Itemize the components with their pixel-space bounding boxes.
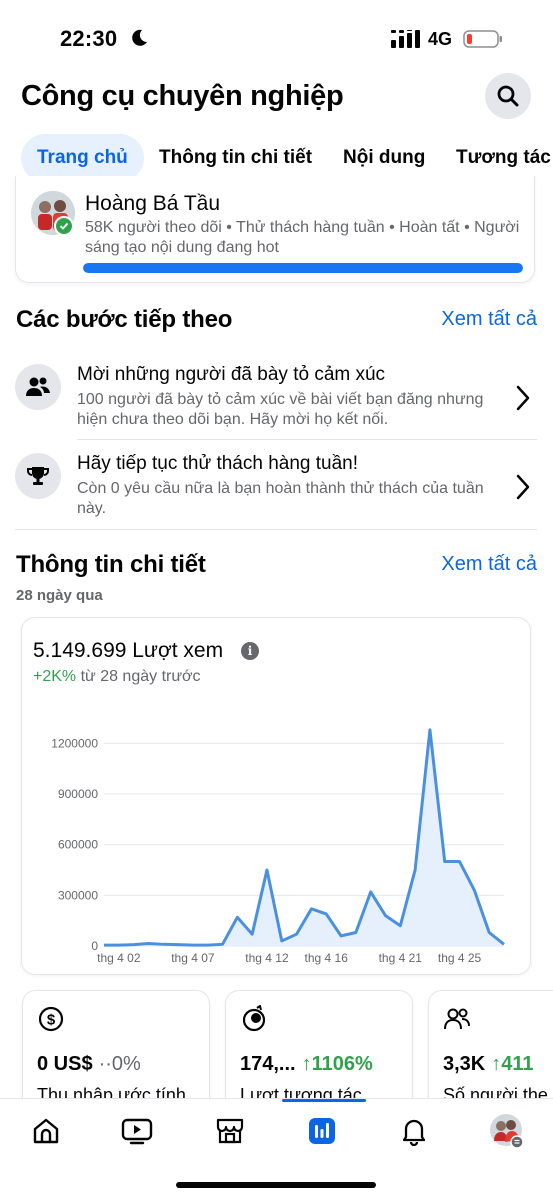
people-icon [15,364,61,410]
stat-value: 0 US$ ··0% [37,1053,141,1076]
verified-check-icon [54,216,74,236]
status-bar: 22:30 4G [0,0,553,76]
moon-icon [132,29,147,46]
step-desc: 100 người đã bày tỏ cảm xúc về bài viết … [77,391,484,428]
x-tick-label: thg 4 21 [379,951,423,965]
trophy-icon [15,453,61,499]
status-time: 22:30 [60,26,118,51]
views-chart-card[interactable]: 5.149.699 Lượt xem i +2K% từ 28 ngày trư… [21,617,531,975]
progress-fill [83,263,523,273]
marketplace-icon [216,1118,244,1144]
nav-marketplace[interactable] [214,1115,246,1147]
video-icon [121,1118,153,1145]
stat-number: 174,... [240,1053,296,1075]
info-icon[interactable]: i [241,642,259,660]
tab-content[interactable]: Nội dung [343,134,425,182]
chevron-right-icon [516,385,530,411]
x-tick-label: thg 4 16 [305,951,349,965]
step-weekly-challenge[interactable]: Hãy tiếp tục thử thách hàng tuần! Còn 0 … [15,453,537,523]
challenge-progress-bar [83,263,523,273]
search-button[interactable] [485,73,531,119]
profile-meta: 58K người theo dõi • Thử thách hàng tuần… [85,219,520,256]
divider [15,529,537,530]
tab-engagement[interactable]: Tương tác [456,134,551,182]
nav-professional-dashboard[interactable] [306,1115,338,1147]
tab-home[interactable]: Trang chủ [21,134,144,182]
chevron-right-icon [516,474,530,500]
y-tick-label: 900000 [58,787,98,801]
bell-icon [402,1119,426,1146]
step-title: Mời những người đã bày tỏ cảm xúc [77,364,386,385]
x-tick-label: thg 4 25 [438,951,482,965]
step-invite-reactors[interactable]: Mời những người đã bày tỏ cảm xúc 100 ng… [15,364,537,440]
insights-period: 28 ngày qua [16,587,103,604]
profile-name: Hoàng Bá Tầu [85,192,221,215]
x-tick-label: thg 4 12 [245,951,289,965]
engagement-icon [242,1005,266,1032]
battery-icon [463,30,502,48]
stat-value: 174,... ↑1106% [240,1053,373,1076]
tab-insights[interactable]: Thông tin chi tiết [159,134,312,182]
stat-number: 3,3K [443,1053,486,1075]
y-tick-label: 600000 [58,838,98,852]
profile-avatar [490,1114,524,1149]
views-area [104,729,504,946]
signal-icon [391,30,420,48]
home-indicator [176,1182,376,1188]
stat-change: ↑411 [491,1053,534,1075]
home-icon [33,1118,59,1144]
profile-card[interactable]: Hoàng Bá Tầu 58K người theo dõi • Thử th… [15,176,535,283]
stat-number: 0 US$ [37,1053,93,1075]
divider [77,439,537,440]
views-metric-value: 5.149.699 Lượt xem [33,639,224,662]
page-title: Công cụ chuyên nghiệp [21,80,344,112]
step-title: Hãy tiếp tục thử thách hàng tuần! [77,453,359,474]
nav-notifications[interactable] [398,1115,430,1147]
stat-value: 3,3K ↑411 [443,1053,534,1076]
insights-title: Thông tin chi tiết [16,551,206,578]
change-percent: +2K% [33,668,77,685]
views-change: +2K% từ 28 ngày trước [33,668,201,686]
scroll-indicator [282,1099,366,1102]
next-steps-title: Các bước tiếp theo [16,306,233,333]
y-tick-label: 1200000 [51,736,98,750]
step-desc: Còn 0 yêu cầu nữa là bạn hoàn thành thử … [77,480,484,517]
nav-profile[interactable] [489,1113,525,1149]
y-tick-label: 300000 [58,888,98,902]
insights-see-all[interactable]: Xem tất cả [441,553,537,576]
x-tick-label: thg 4 02 [97,951,141,965]
professional-dashboard-icon [309,1118,335,1144]
network-type: 4G [428,29,453,49]
stat-change: ↑1106% [301,1053,373,1075]
followers-icon [444,1008,470,1030]
svg-text:$: $ [47,1012,56,1029]
nav-home[interactable] [30,1115,62,1147]
change-context: từ 28 ngày trước [76,668,201,685]
views-area-chart: 03000006000009000001200000thg 4 02 thg 4 … [51,728,505,965]
x-tick-label: thg 4 07 [171,951,215,965]
nav-video[interactable] [121,1115,153,1147]
search-icon [497,85,519,107]
stat-change: ··0% [98,1053,141,1075]
tab-bar: Trang chủ Thông tin chi tiết Nội dung Tư… [0,134,553,182]
dollar-icon: $ [38,1006,64,1032]
next-steps-see-all[interactable]: Xem tất cả [441,308,537,331]
